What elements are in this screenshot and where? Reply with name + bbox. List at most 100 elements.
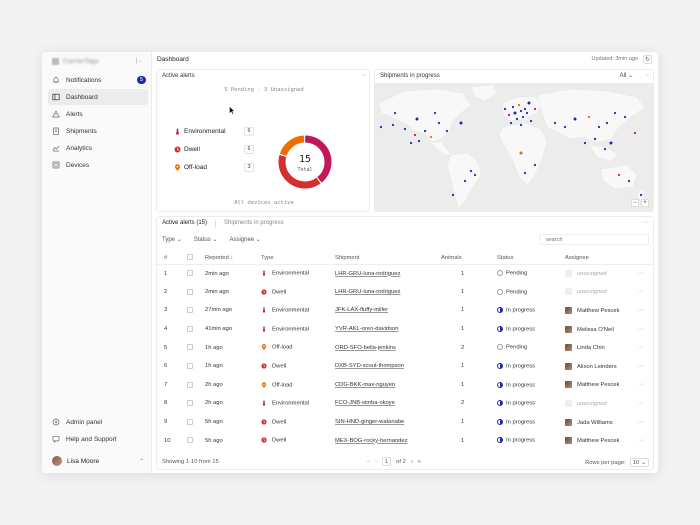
shipment-marker[interactable] bbox=[623, 115, 627, 119]
first-page-icon[interactable]: « bbox=[367, 459, 370, 465]
table-row[interactable]: 10 5h ago Dwell MEX-BOG-rocky-hernandez 1 In … bbox=[157, 431, 655, 450]
shipment-link[interactable]: LHR-GRU-luna-rodriguez bbox=[335, 271, 400, 277]
table-row[interactable]: 7 2h ago Off-load CDG-BKK-max-nguyen 1 In pro… bbox=[157, 376, 655, 395]
shipment-marker[interactable] bbox=[451, 193, 455, 197]
alert-type-row[interactable]: Dwell 6 bbox=[174, 140, 254, 158]
row-checkbox[interactable] bbox=[187, 307, 193, 314]
shipment-marker[interactable] bbox=[519, 109, 523, 113]
shipment-marker[interactable] bbox=[593, 137, 597, 141]
shipment-marker[interactable] bbox=[413, 133, 417, 137]
row-checkbox[interactable] bbox=[187, 325, 193, 332]
map-filter-select[interactable]: All ⌄ bbox=[620, 72, 633, 79]
shipment-marker[interactable] bbox=[627, 179, 631, 183]
sidebar-item-notifications[interactable]: Notifications 5 bbox=[48, 72, 148, 88]
shipment-link[interactable]: DXB-SYD-scout-thompson bbox=[335, 363, 404, 369]
shipment-marker[interactable] bbox=[513, 111, 517, 115]
table-row[interactable]: 5 1h ago Off-load ORD-SFO-bella-jenkins 2 Pen… bbox=[157, 338, 655, 357]
table-row[interactable]: 9 5h ago Dwell SIN-HND-ginger-watanabe 1 In p… bbox=[157, 413, 655, 432]
row-checkbox[interactable] bbox=[187, 363, 193, 369]
assignee-cell[interactable]: Jada Williams bbox=[565, 413, 637, 432]
select-all-checkbox[interactable] bbox=[187, 254, 193, 261]
shipment-marker[interactable] bbox=[429, 135, 433, 139]
shipment-marker[interactable] bbox=[517, 103, 521, 107]
shipment-marker[interactable] bbox=[527, 101, 531, 105]
next-page-icon[interactable]: › bbox=[411, 459, 413, 465]
shipment-marker[interactable] bbox=[433, 111, 437, 115]
shipment-marker[interactable] bbox=[445, 129, 449, 133]
row-more-menu-icon[interactable]: ··· bbox=[637, 381, 644, 388]
alert-type-row[interactable]: Environmental 6 bbox=[174, 122, 254, 140]
table-row[interactable]: 8 2h ago Environmental FCO-JNB-simba-okoye 2… bbox=[157, 394, 655, 413]
last-page-icon[interactable]: » bbox=[418, 459, 421, 465]
rows-per-page-select[interactable]: 10 ⌄ bbox=[629, 458, 649, 467]
shipment-link[interactable]: SIN-HND-ginger-watanabe bbox=[335, 419, 404, 425]
shipment-marker[interactable] bbox=[609, 141, 613, 145]
assignee-cell[interactable]: Linda Chin bbox=[565, 338, 637, 357]
shipment-marker[interactable] bbox=[553, 121, 557, 125]
more-menu-icon[interactable]: ··· bbox=[361, 72, 366, 79]
shipment-marker[interactable] bbox=[573, 117, 577, 121]
shipment-marker[interactable] bbox=[523, 171, 527, 175]
assignee-cell[interactable]: Alison Leinders bbox=[565, 357, 637, 376]
sidebar-item-analytics[interactable]: Analytics bbox=[48, 140, 148, 156]
filter-status[interactable]: Status ⌄ bbox=[194, 236, 218, 243]
shipment-link[interactable]: CDG-BKK-max-nguyen bbox=[335, 382, 395, 388]
current-page-input[interactable]: 1 bbox=[382, 457, 392, 466]
shipment-marker[interactable] bbox=[511, 105, 515, 109]
search-input[interactable] bbox=[539, 234, 649, 245]
shipment-marker[interactable] bbox=[529, 119, 533, 123]
shipment-marker[interactable] bbox=[583, 141, 587, 145]
shipment-marker[interactable] bbox=[393, 111, 397, 115]
shipment-link[interactable]: FCO-JNB-simba-okoye bbox=[335, 400, 395, 406]
shipment-marker[interactable] bbox=[523, 107, 527, 111]
row-more-menu-icon[interactable]: ··· bbox=[637, 326, 644, 333]
shipment-link[interactable]: JFK-LAX-fluffy-miller bbox=[335, 307, 388, 313]
row-checkbox[interactable] bbox=[187, 344, 193, 351]
shipment-marker[interactable] bbox=[521, 115, 525, 119]
row-checkbox[interactable] bbox=[187, 381, 193, 388]
shipment-marker[interactable] bbox=[459, 121, 463, 125]
shipment-marker[interactable] bbox=[503, 107, 507, 111]
row-more-menu-icon[interactable]: ··· bbox=[637, 363, 644, 370]
zoom-out-button[interactable]: − bbox=[631, 199, 639, 207]
assignee-cell[interactable]: unassigned bbox=[565, 264, 637, 283]
shipment-marker[interactable] bbox=[409, 141, 413, 145]
shipment-marker[interactable] bbox=[473, 173, 477, 177]
sidebar-item-alerts[interactable]: Alerts bbox=[48, 106, 148, 122]
shipment-marker[interactable] bbox=[417, 139, 421, 143]
shipment-marker[interactable] bbox=[519, 123, 523, 127]
zoom-in-button[interactable]: + bbox=[641, 199, 649, 207]
shipment-marker[interactable] bbox=[533, 163, 537, 167]
sidebar-item-dashboard[interactable]: Dashboard bbox=[48, 89, 148, 105]
more-menu-icon[interactable]: ··· bbox=[645, 72, 650, 79]
sidebar-item-admin-panel[interactable]: Admin panel bbox=[48, 414, 148, 430]
assignee-cell[interactable]: unassigned bbox=[565, 283, 637, 302]
row-more-menu-icon[interactable]: ··· bbox=[637, 344, 644, 351]
row-checkbox[interactable] bbox=[187, 288, 193, 295]
shipment-link[interactable]: ORD-SFO-bella-jenkins bbox=[335, 345, 396, 351]
filter-assignee[interactable]: Assignee ⌄ bbox=[229, 236, 260, 243]
row-more-menu-icon[interactable]: ··· bbox=[637, 437, 644, 444]
more-menu-icon[interactable]: ··· bbox=[642, 219, 649, 226]
prev-page-icon[interactable]: ‹ bbox=[375, 459, 377, 465]
shipment-marker[interactable] bbox=[533, 107, 537, 111]
assignee-cell[interactable]: Matthew Pescek bbox=[565, 376, 637, 395]
shipment-marker[interactable] bbox=[639, 193, 643, 197]
shipment-marker[interactable] bbox=[605, 121, 609, 125]
row-more-menu-icon[interactable]: ··· bbox=[637, 307, 644, 314]
shipment-marker[interactable] bbox=[519, 151, 523, 155]
shipment-marker[interactable] bbox=[597, 125, 601, 129]
shipment-marker[interactable] bbox=[525, 111, 529, 115]
row-more-menu-icon[interactable]: ··· bbox=[637, 288, 644, 295]
assignee-cell[interactable]: Matthew Pescek bbox=[565, 431, 637, 450]
tab-shipments-in-progress[interactable]: Shipments in progress bbox=[224, 220, 284, 228]
filter-type[interactable]: Type ⌄ bbox=[162, 236, 182, 243]
row-checkbox[interactable] bbox=[187, 400, 193, 407]
row-checkbox[interactable] bbox=[187, 418, 193, 425]
shipment-marker[interactable] bbox=[587, 115, 591, 119]
sidebar-item-shipments[interactable]: Shipments bbox=[48, 123, 148, 139]
table-row[interactable]: 1 2min ago Environmental LHR-GRU-luna-rodri… bbox=[157, 264, 655, 283]
shipment-marker[interactable] bbox=[391, 123, 395, 127]
shipment-link[interactable]: YVR-AKL-oreo-davidson bbox=[335, 326, 398, 332]
row-more-menu-icon[interactable]: ··· bbox=[637, 270, 644, 277]
